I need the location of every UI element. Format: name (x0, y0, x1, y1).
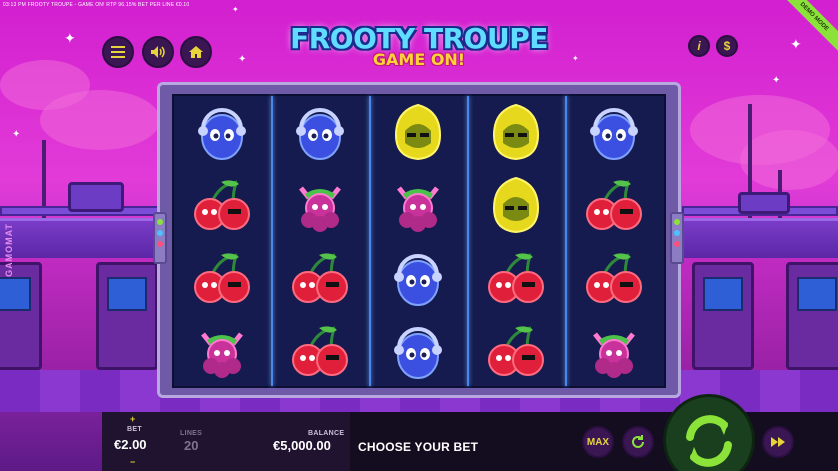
max-bet-button[interactable]: MAX (582, 426, 614, 458)
lines-label: LINES (180, 430, 203, 437)
turbo-button[interactable] (762, 426, 794, 458)
lemon-symbol (485, 174, 547, 236)
reel-divider (565, 96, 567, 386)
plum-symbol (191, 101, 253, 163)
spin-button[interactable] (663, 394, 755, 471)
grape-symbol (583, 320, 645, 382)
max-bet-label: MAX (586, 436, 610, 448)
cherry-symbol (289, 320, 351, 382)
plum-symbol (387, 320, 449, 382)
cherry-symbol (485, 247, 547, 309)
reel-grid[interactable] (172, 94, 666, 388)
game-logo: FROOTY TROUPE GAME ON! (0, 24, 838, 70)
plum-symbol (289, 101, 351, 163)
reel-divider (467, 96, 469, 386)
plum-symbol (387, 247, 449, 309)
cherry-symbol (583, 174, 645, 236)
right-payline-indicator (670, 212, 684, 264)
grape-symbol (289, 174, 351, 236)
spin-icon (686, 415, 732, 467)
grape-symbol (191, 320, 253, 382)
left-payline-indicator (153, 212, 167, 264)
cherry-symbol (191, 247, 253, 309)
grape-symbol (387, 174, 449, 236)
plum-symbol (583, 101, 645, 163)
autoplay-icon (632, 435, 644, 448)
game-info-text: 03:13 PM FROOTY TROUPE - GAME ON! RTP 96… (3, 2, 190, 8)
bet-value: €2.00 (114, 437, 147, 452)
brand-vertical-label: GAMOMAT (3, 223, 14, 277)
autoplay-button[interactable] (622, 426, 654, 458)
cherry-symbol (485, 320, 547, 382)
lemon-symbol (485, 101, 547, 163)
status-message: CHOOSE YOUR BET (358, 440, 479, 454)
reel-divider (369, 96, 371, 386)
cherry-symbol (583, 247, 645, 309)
fast-forward-icon (771, 437, 785, 447)
lines-value: 20 (184, 438, 199, 453)
cherry-symbol (289, 247, 351, 309)
lemon-symbol (387, 101, 449, 163)
logo-subtitle: GAME ON! (372, 50, 466, 69)
bet-decrease-button[interactable]: − (130, 457, 135, 467)
cherry-symbol (191, 174, 253, 236)
bet-increase-button[interactable]: + (130, 414, 135, 424)
reel-divider (271, 96, 273, 386)
balance-value: €5,000.00 (273, 438, 331, 453)
bet-label: BET (127, 426, 142, 433)
balance-label: BALANCE (308, 430, 345, 437)
